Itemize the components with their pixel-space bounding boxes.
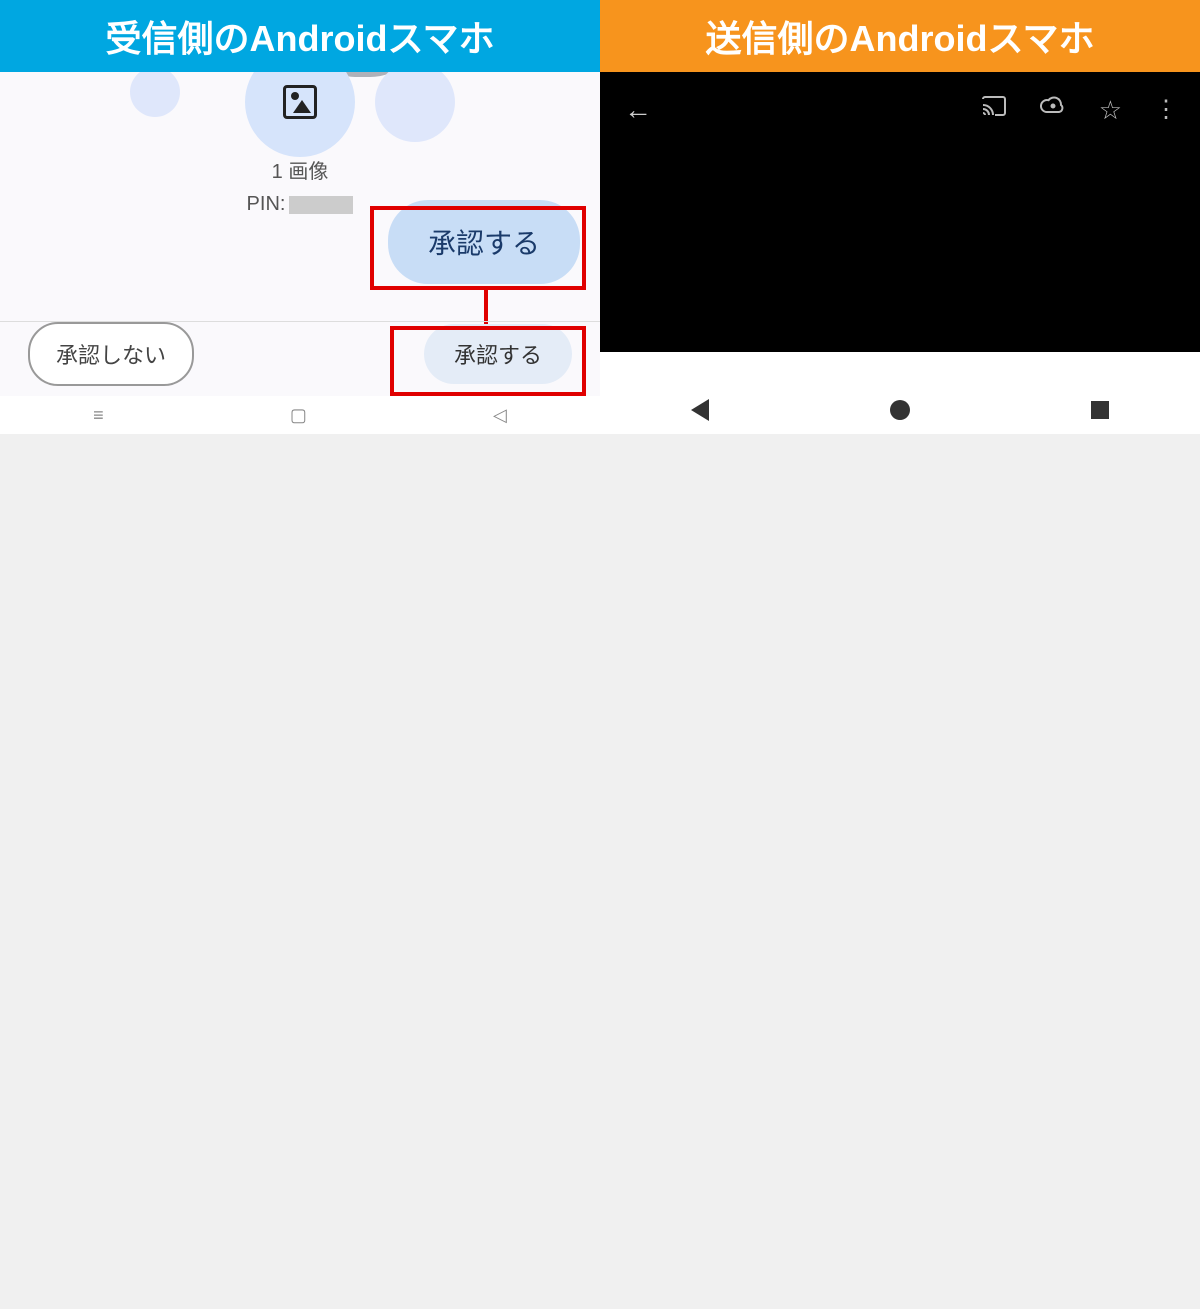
sender-header: 送信側のAndroidスマホ xyxy=(600,0,1200,72)
nav-home-icon[interactable] xyxy=(890,400,910,420)
nav-bar: ≡ ▢ ◁ xyxy=(0,396,600,434)
back-icon[interactable]: ← xyxy=(624,94,652,126)
nav-recent-icon[interactable] xyxy=(1091,401,1109,419)
decline-button[interactable]: 承認しない xyxy=(28,322,194,386)
cast-icon[interactable] xyxy=(981,95,1007,126)
highlight-approve-secondary xyxy=(390,326,586,396)
pin-masked xyxy=(289,196,353,214)
cloud-icon[interactable] xyxy=(1039,95,1067,126)
nav-back-icon[interactable] xyxy=(691,399,709,421)
receiver-header: 受信側のAndroidスマホ xyxy=(0,0,600,72)
nav-bar xyxy=(600,386,1200,434)
highlight-approve xyxy=(370,206,586,290)
receiver-phone: G 20:38 ⟳ 快晴 20℃ ☀ 10月24日(火) xyxy=(0,72,600,434)
animation-graphic xyxy=(30,72,570,152)
nav-home-icon[interactable]: ▢ xyxy=(290,405,307,426)
image-type-icon xyxy=(245,72,355,157)
star-icon[interactable]: ☆ xyxy=(1099,95,1122,126)
sender-phone: ← ☆ ⋮ ニアバイシェア ✓ OPPO xyxy=(600,72,1200,434)
photo-viewer-background: ← ☆ ⋮ xyxy=(600,72,1200,352)
nav-recent-icon[interactable]: ≡ xyxy=(93,405,104,426)
image-count-label: 1 画像 xyxy=(30,156,570,188)
nav-back-icon[interactable]: ◁ xyxy=(493,405,507,426)
nearby-share-sheet: ニアバイシェア AQUOS sense4 lite から xyxy=(0,72,600,434)
more-icon[interactable]: ⋮ xyxy=(1154,95,1176,126)
nearby-share-send-sheet: ニアバイシェア ✓ OPPO Reno5 A チェックが入れば送信完了 完了 xyxy=(610,354,1190,386)
